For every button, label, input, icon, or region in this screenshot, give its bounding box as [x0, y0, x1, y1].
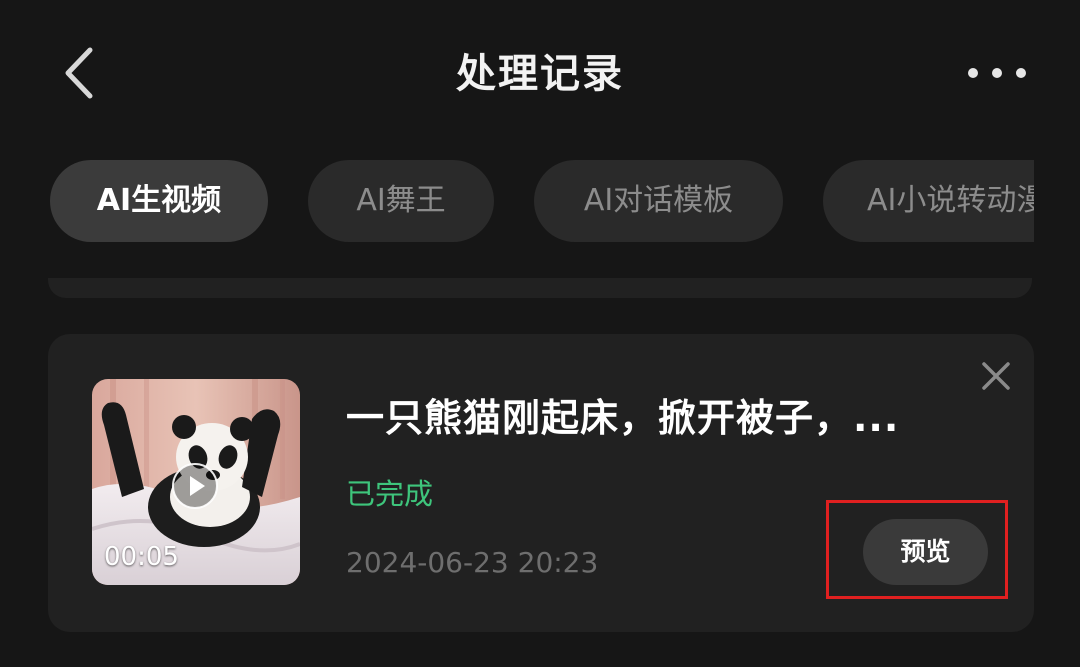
tab-ai-dialogue-template[interactable]: AI对话模板: [534, 160, 783, 242]
tab-ai-video[interactable]: AI生视频: [50, 160, 268, 242]
preview-button[interactable]: 预览: [863, 519, 988, 585]
page-title: 处理记录: [456, 51, 624, 97]
video-thumbnail[interactable]: 00:05: [92, 379, 300, 585]
more-button[interactable]: [962, 58, 1032, 88]
tab-ai-dance-king[interactable]: AI舞王: [308, 160, 494, 242]
video-duration: 00:05: [104, 542, 179, 572]
record-title: 一只熊猫刚起床，掀开被子，...: [346, 396, 900, 440]
record-card: 00:05 一只熊猫刚起床，掀开被子，... 已完成 2024-06-23 20…: [48, 334, 1034, 632]
play-icon: [172, 463, 218, 509]
previous-record-card-edge: [48, 278, 1032, 298]
status-badge: 已完成: [346, 477, 434, 511]
category-tabs: AI生视频 AI舞王 AI对话模板 AI小说转动漫: [50, 160, 1034, 242]
tab-ai-novel-to-anime[interactable]: AI小说转动漫: [823, 160, 1034, 242]
record-timestamp: 2024-06-23 20:23: [346, 546, 599, 579]
close-button[interactable]: [978, 358, 1014, 394]
close-icon: [982, 362, 1010, 390]
processing-records-screen: 处理记录 AI生视频 AI舞王 AI对话模板 AI小说转动漫 00:05 一只熊…: [0, 0, 1080, 667]
more-horizontal-icon: [968, 68, 1026, 78]
